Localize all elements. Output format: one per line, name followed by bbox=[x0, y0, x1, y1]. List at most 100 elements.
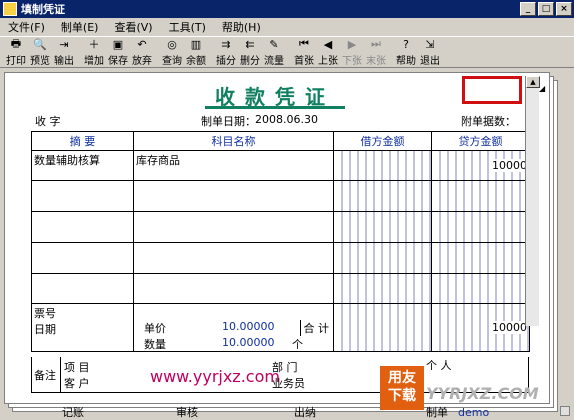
customer-label: 客 户 bbox=[64, 377, 90, 390]
toolbar-button-15[interactable]: ? 帮助 bbox=[394, 37, 418, 68]
row-account[interactable] bbox=[133, 273, 334, 304]
toolbar-label: 打印 bbox=[6, 56, 26, 67]
undo-icon: ↶ bbox=[137, 37, 147, 51]
toolbar-label: 输出 bbox=[54, 56, 74, 67]
menu-tools[interactable]: 工具(T) bbox=[161, 19, 214, 35]
save-icon: ▣ bbox=[112, 37, 124, 51]
toolbar: 🖶 打印 🔍 预览 ⇥ 输出 ＋增加 ▣ 保存 ↶ 放弃 ◎ 查询 ▥ 余额 ⇉ 插分 ⇇ 删分 ✎ 流量 ⏮ 首张 ◀ 上张 ▶… bbox=[0, 36, 574, 68]
unit-price-label: 单价 bbox=[144, 322, 166, 335]
scroll-up-icon[interactable]: ▲ bbox=[526, 76, 540, 88]
row-credit[interactable]: 10000 bbox=[431, 150, 530, 181]
row-account[interactable] bbox=[133, 242, 334, 274]
menu-view[interactable]: 查看(V) bbox=[106, 19, 160, 35]
toolbar-button-1[interactable]: 🔍 预览 bbox=[28, 37, 52, 68]
row-debit[interactable] bbox=[333, 273, 432, 304]
toolbar-label: 保存 bbox=[108, 56, 128, 67]
status-bar: 记账 审核 出纳 制单 demo bbox=[0, 404, 574, 420]
toolbar-button-5[interactable]: ↶ 放弃 bbox=[130, 37, 154, 68]
row-debit[interactable] bbox=[333, 180, 432, 212]
attachments-label: 附单据数： bbox=[461, 115, 516, 128]
row-summary[interactable]: 数量辅助核算 bbox=[31, 150, 134, 181]
close-button[interactable]: × bbox=[556, 2, 572, 16]
qty-value[interactable]: 10.00000 bbox=[222, 336, 275, 349]
toolbar-button-9[interactable]: ⇇ 删分 bbox=[238, 37, 262, 68]
credit-highlight-box bbox=[462, 76, 522, 104]
resize-grip-icon bbox=[560, 406, 570, 416]
preview-icon: 🔍 bbox=[33, 37, 47, 51]
toolbar-label: 末张 bbox=[366, 56, 386, 67]
help-icon: ? bbox=[403, 37, 409, 51]
toolbar-label: 上张 bbox=[318, 56, 338, 67]
prev-icon: ◀ bbox=[323, 37, 333, 51]
row-debit[interactable] bbox=[333, 150, 432, 181]
row-credit[interactable] bbox=[431, 211, 530, 243]
toolbar-button-2[interactable]: ⇥ 输出 bbox=[52, 37, 76, 68]
menu-bar: 文件(F) 制单(E) 查看(V) 工具(T) 帮助(H) bbox=[0, 18, 574, 36]
menu-voucher[interactable]: 制单(E) bbox=[53, 19, 107, 35]
toolbar-button-16[interactable]: ⇲ 退出 bbox=[418, 37, 442, 68]
toolbar-button-8[interactable]: ⇉ 插分 bbox=[214, 37, 238, 68]
total-label: 合 计 bbox=[299, 320, 329, 336]
toolbar-button-11[interactable]: ⏮ 首张 bbox=[292, 37, 316, 67]
row-credit[interactable] bbox=[431, 242, 530, 274]
status-book: 记账 bbox=[62, 406, 84, 419]
toolbar-label: 放弃 bbox=[132, 56, 152, 67]
row-summary[interactable] bbox=[31, 180, 134, 212]
toolbar-label: 插分 bbox=[216, 56, 236, 67]
toolbar-label: 余额 bbox=[186, 56, 206, 67]
row-summary[interactable] bbox=[31, 273, 134, 304]
date-value[interactable]: 2008.06.30 bbox=[255, 113, 318, 126]
header-credit: 贷方金额 bbox=[431, 131, 530, 151]
toolbar-button-14[interactable]: ⏭ 末张 bbox=[364, 37, 388, 67]
toolbar-button-10[interactable]: ✎ 流量 bbox=[262, 37, 286, 68]
toolbar-button-4[interactable]: ▣ 保存 bbox=[106, 37, 130, 68]
window-title: 填制凭证 bbox=[21, 3, 65, 16]
unit-price-value[interactable]: 10.00000 bbox=[222, 320, 275, 333]
voucher-sheet: 收款凭证 收 字 制单日期： 2008.06.30 附单据数： 摘 要 科目名称… bbox=[4, 72, 550, 404]
toolbar-button-12[interactable]: ◀ 上张 bbox=[316, 37, 340, 68]
toolbar-label: 退出 bbox=[420, 56, 440, 67]
toolbar-label: 删分 bbox=[240, 56, 260, 67]
toolbar-button-13[interactable]: ▶ 下张 bbox=[340, 37, 364, 68]
row-debit[interactable] bbox=[333, 211, 432, 243]
exit-icon: ⇲ bbox=[425, 37, 435, 51]
toolbar-button-3[interactable]: ＋ 增加 bbox=[82, 37, 106, 67]
add-icon: ＋ bbox=[88, 38, 100, 51]
row-account[interactable]: 库存商品 bbox=[133, 150, 334, 181]
toolbar-button-7[interactable]: ▥ 余额 bbox=[184, 37, 208, 68]
page-corner-icon: ◢ bbox=[539, 84, 546, 93]
title-bar: 填制凭证 _ □ × bbox=[0, 0, 574, 18]
status-cashier: 出纳 bbox=[294, 406, 316, 419]
minimize-button[interactable]: _ bbox=[520, 2, 536, 16]
status-audit: 审核 bbox=[176, 406, 198, 419]
row-credit[interactable] bbox=[431, 180, 530, 212]
row-summary[interactable] bbox=[31, 242, 134, 274]
row-account[interactable] bbox=[133, 180, 334, 212]
toolbar-label: 流量 bbox=[264, 56, 284, 67]
project-label: 项 目 bbox=[64, 361, 90, 374]
first-icon: ⏮ bbox=[299, 37, 309, 50]
menu-file[interactable]: 文件(F) bbox=[0, 19, 53, 35]
voucher-type[interactable]: 收 字 bbox=[35, 113, 61, 129]
toolbar-button-6[interactable]: ◎ 查询 bbox=[160, 37, 184, 68]
menu-help[interactable]: 帮助(H) bbox=[214, 19, 269, 35]
vertical-scrollbar[interactable]: ▲ bbox=[525, 76, 540, 326]
status-maker-name: demo bbox=[458, 405, 490, 419]
row-debit[interactable] bbox=[333, 242, 432, 274]
toolbar-button-0[interactable]: 🖶 打印 bbox=[4, 37, 28, 68]
row-summary[interactable] bbox=[31, 211, 134, 243]
logo-top: 用友 bbox=[388, 370, 416, 386]
toolbar-label: 下张 bbox=[342, 56, 362, 67]
maximize-button[interactable]: □ bbox=[538, 2, 554, 16]
header-debit: 借方金额 bbox=[333, 131, 432, 151]
export-icon: ⇥ bbox=[59, 37, 69, 51]
toolbar-label: 预览 bbox=[30, 56, 50, 67]
row-credit[interactable] bbox=[431, 273, 530, 304]
toolbar-label: 查询 bbox=[162, 56, 182, 67]
insert-row-icon: ⇉ bbox=[221, 37, 231, 51]
watermark-url: www.yyrjxz.com bbox=[150, 367, 280, 386]
header-account: 科目名称 bbox=[133, 131, 334, 151]
toolbar-label: 帮助 bbox=[396, 56, 416, 67]
person-label: 个 人 bbox=[426, 359, 452, 372]
row-account[interactable] bbox=[133, 211, 334, 243]
